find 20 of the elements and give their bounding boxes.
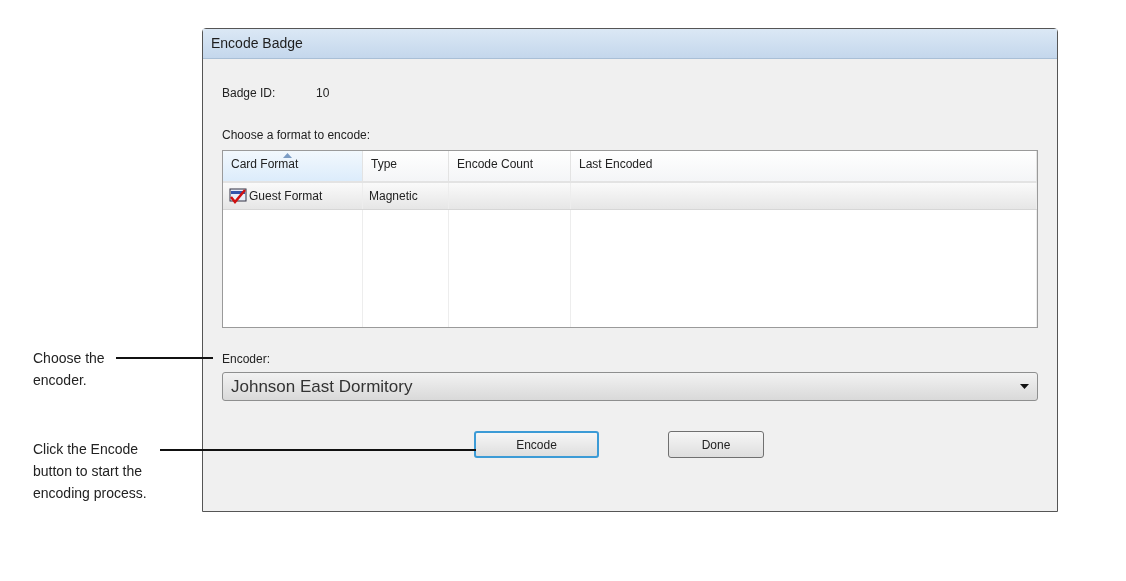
column-header[interactable]: Encode Count [449,151,571,181]
column-header[interactable]: Card Format [223,151,363,181]
format-prompt: Choose a format to encode: [222,127,372,144]
done-button[interactable]: Done [668,431,764,458]
encoder-dropdown[interactable]: Johnson East Dormitory [222,372,1038,401]
dropdown-arrow-icon [1020,384,1029,389]
encode-button[interactable]: Encode [474,431,599,458]
table-row[interactable]: Guest Format Magnetic [223,183,1037,210]
annotation-text: Choose the encoder. [33,349,106,390]
table-cell-text: Magnetic [369,188,418,205]
column-header[interactable]: Type [363,151,449,181]
table-cell-text: Guest Format [249,188,323,205]
card-check-icon [229,188,247,204]
badge-id-value: 10 [316,85,330,102]
column-header[interactable]: Last Encoded [571,151,1037,181]
sort-ascending-icon [283,153,292,158]
annotation-text: Click the Encode button to start the encoding process. [33,440,148,503]
badge-id-label: Badge ID: [222,85,277,102]
window-title: Encode Badge [211,34,303,53]
encoder-label: Encoder: [222,351,272,368]
